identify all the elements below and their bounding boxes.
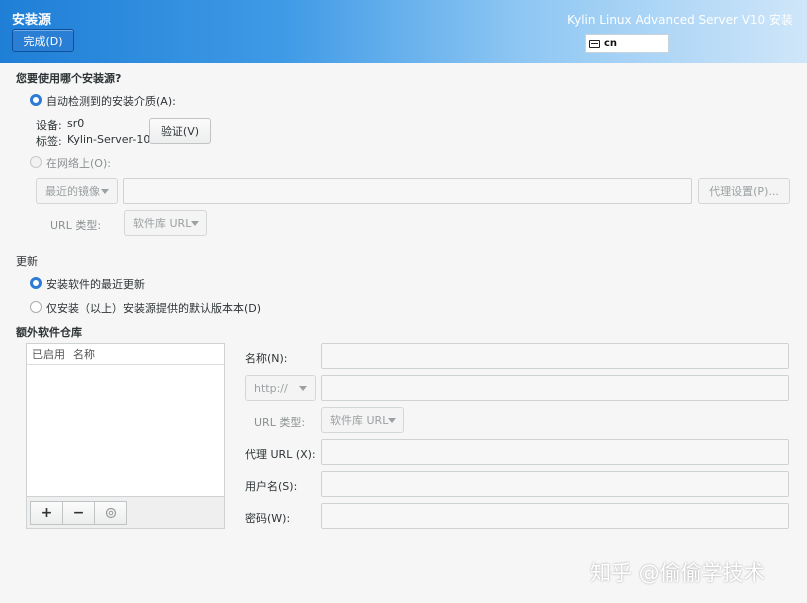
repo-url-input[interactable]: [321, 375, 789, 401]
updates-default-label[interactable]: 仅安装（以上）安装源提供的默认版本本(D): [46, 300, 261, 316]
tag-value: Kylin-Server-10: [67, 133, 151, 146]
header-bar: 安装源 完成(D) Kylin Linux Advanced Server V1…: [0, 0, 807, 63]
proxy-url-input[interactable]: [321, 439, 789, 465]
keyboard-layout-indicator[interactable]: cn: [585, 34, 669, 53]
repo-name-label: 名称(N):: [245, 352, 288, 365]
watermark: 知乎 @偷偷学技术: [590, 561, 765, 585]
network-label[interactable]: 在网络上(O):: [46, 155, 111, 171]
repo-toolbar: + −: [26, 496, 225, 529]
add-repo-button[interactable]: +: [30, 501, 63, 525]
product-name: Kylin Linux Advanced Server V10 安装: [567, 13, 793, 27]
username-input[interactable]: [321, 471, 789, 497]
keyboard-layout-label: cn: [604, 38, 618, 49]
network-radio[interactable]: [30, 156, 42, 168]
updates-latest-label[interactable]: 安装软件的最近更新: [46, 276, 145, 292]
url-type-combo[interactable]: 软件库 URL: [124, 210, 207, 236]
page-title: 安装源: [12, 13, 52, 28]
username-label: 用户名(S):: [245, 480, 298, 493]
keyboard-icon: [589, 39, 600, 48]
mirror-combo-label: 最近的镜像: [45, 185, 100, 198]
source-question: 您要使用哪个安装源?: [16, 72, 122, 85]
updates-latest-radio[interactable]: [30, 277, 42, 289]
proxy-url-label: 代理 URL (X):: [245, 448, 316, 461]
chevron-down-icon: [191, 220, 200, 226]
url-type-combo-label: 软件库 URL: [133, 217, 192, 230]
extra-repos-heading: 额外软件仓库: [16, 326, 82, 339]
col-enabled[interactable]: 已启用: [32, 346, 65, 362]
repo-url-type-combo[interactable]: 软件库 URL: [321, 407, 404, 433]
repo-url-type-combo-label: 软件库 URL: [330, 414, 389, 427]
repo-name-input[interactable]: [321, 343, 789, 369]
remove-repo-button[interactable]: −: [62, 501, 95, 525]
updates-heading: 更新: [16, 255, 38, 268]
mirror-combo[interactable]: 最近的镜像: [36, 178, 118, 204]
col-name[interactable]: 名称: [73, 346, 95, 362]
protocol-combo-label: http://: [254, 381, 288, 395]
chevron-down-icon: [388, 417, 397, 423]
chevron-down-icon: [101, 188, 109, 194]
chevron-down-icon: [299, 385, 307, 391]
password-input[interactable]: [321, 503, 789, 529]
verify-button[interactable]: 验证(V): [149, 118, 211, 144]
auto-detect-label[interactable]: 自动检测到的安装介质(A):: [46, 93, 176, 109]
done-button[interactable]: 完成(D): [12, 29, 74, 52]
device-label: 设备:: [36, 119, 62, 132]
protocol-combo[interactable]: http://: [245, 375, 316, 401]
auto-detect-radio[interactable]: [30, 94, 42, 106]
url-type-label: URL 类型:: [50, 219, 102, 232]
repo-url-type-label: URL 类型:: [254, 416, 306, 429]
proxy-settings-button[interactable]: 代理设置(P)...: [698, 178, 790, 204]
refresh-icon: [105, 507, 116, 519]
revert-repo-button[interactable]: [94, 501, 127, 525]
tag-label: 标签:: [36, 135, 62, 148]
network-url-input[interactable]: [123, 178, 692, 204]
device-value: sr0: [67, 117, 85, 130]
repo-list-header: 已启用 名称: [27, 344, 224, 365]
password-label: 密码(W):: [245, 512, 291, 525]
updates-default-radio[interactable]: [30, 301, 42, 313]
